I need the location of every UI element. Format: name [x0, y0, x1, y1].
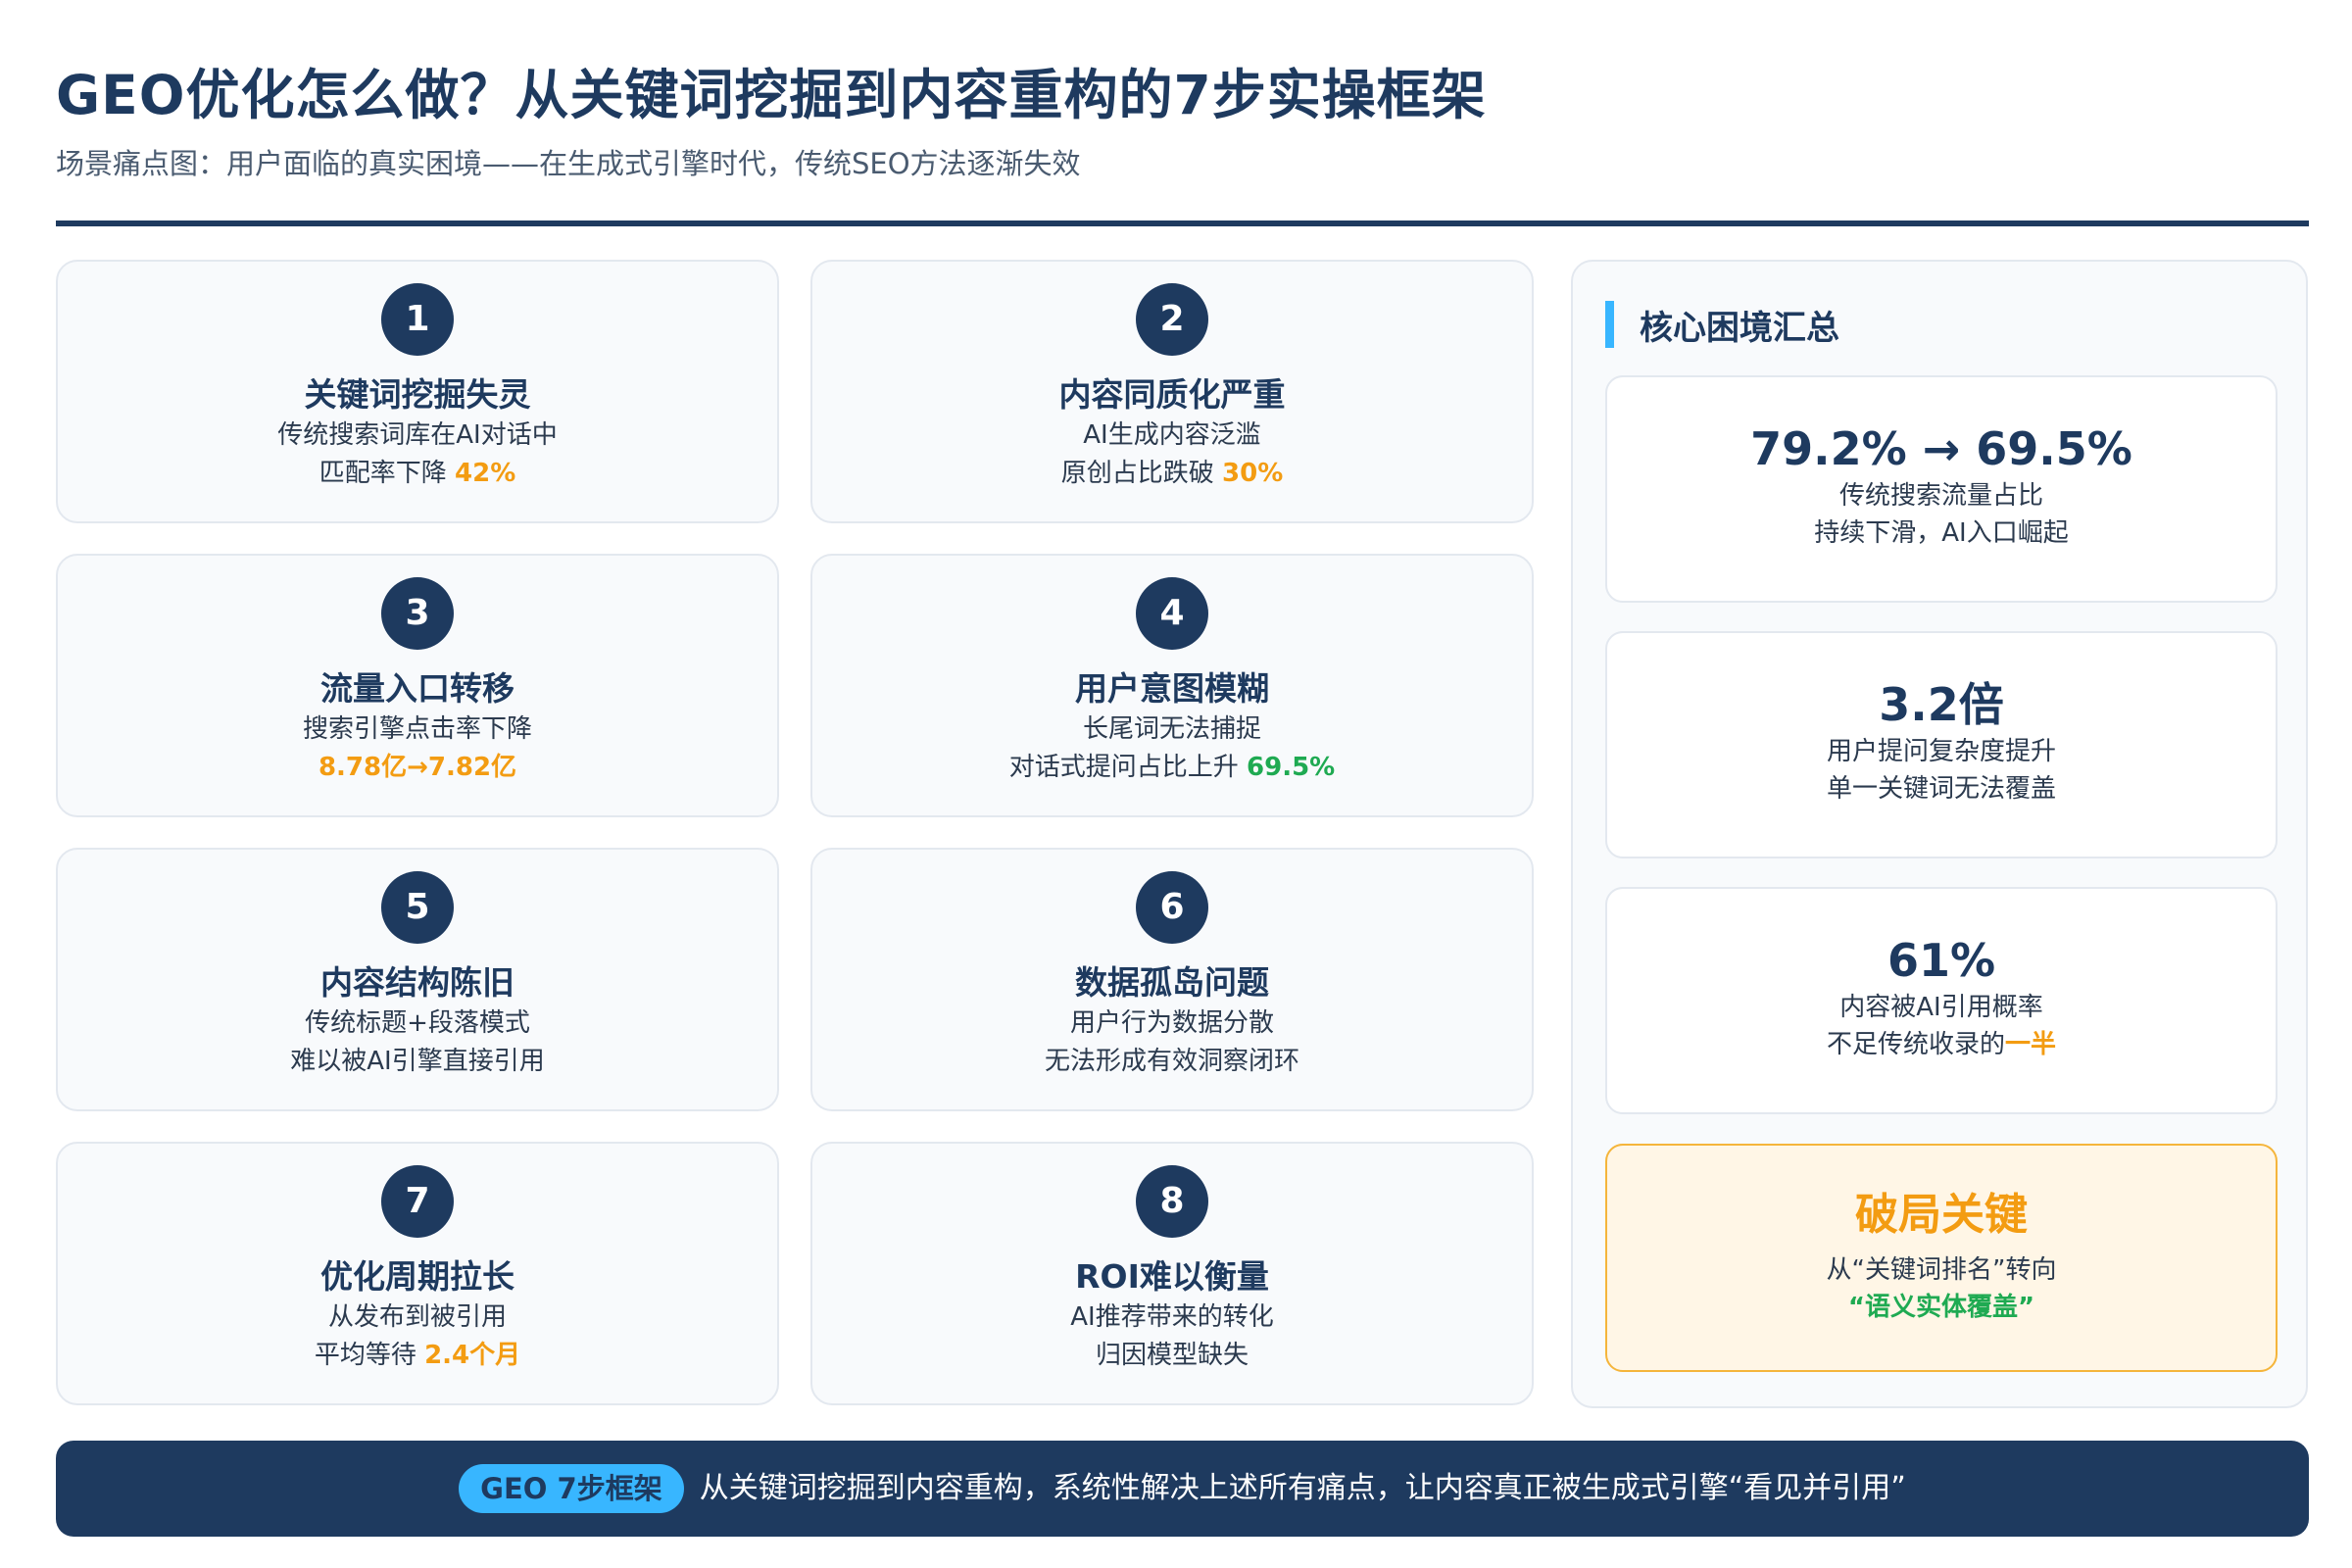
summary-title: 核心困境汇总: [1640, 308, 1839, 348]
stat-value: 61%: [1886, 934, 1996, 987]
stat-value: 3.2倍: [1879, 678, 2004, 731]
card-text: 对话式提问占比上升: [1008, 753, 1248, 782]
card-line: 用户行为数据分散: [1069, 1008, 1274, 1038]
card-line: 传统搜索词库在AI对话中: [277, 420, 558, 450]
key-highlight: “语义实体覆盖”: [1847, 1293, 2035, 1322]
step-number-badge: 1: [381, 283, 454, 356]
pain-card-5: 5 内容结构陈旧 传统标题+段落模式 难以被AI引擎直接引用: [56, 848, 779, 1111]
card-line: 无法形成有效洞察闭环: [1044, 1047, 1299, 1076]
page-title: GEO优化怎么做？从关键词挖掘到内容重构的7步实操框架: [56, 64, 1487, 126]
card-title: 内容结构陈旧: [320, 963, 514, 1002]
highlight-value: 42%: [455, 459, 516, 488]
stat-card-query-complexity: 3.2倍 用户提问复杂度提升 单一关键词无法覆盖: [1605, 631, 2278, 858]
card-text: 原创占比跌破: [1060, 459, 1223, 488]
pain-card-3: 3 流量入口转移 搜索引擎点击率下降 8.78亿→7.82亿: [56, 554, 779, 817]
card-line: 原创占比跌破 30%: [812, 455, 1532, 493]
page-subtitle: 场景痛点图：用户面临的真实困境——在生成式引擎时代，传统SEO方法逐渐失效: [56, 147, 1081, 180]
stat-line: 不足传统收录的一半: [1607, 1026, 2276, 1063]
footer-banner: GEO 7步框架 从关键词挖掘到内容重构，系统性解决上述所有痛点，让内容真正被生…: [56, 1441, 2309, 1537]
stat-text: 不足传统收录的: [1826, 1030, 2005, 1059]
breakthrough-key-card: 破局关键 从“关键词排名”转向 “语义实体覆盖”: [1605, 1144, 2278, 1372]
highlight-value: 8.78亿→7.82亿: [318, 753, 517, 782]
pain-card-1: 1 关键词挖掘失灵 传统搜索词库在AI对话中 匹配率下降 42%: [56, 260, 779, 523]
highlight-value: 一半: [2005, 1030, 2057, 1059]
accent-bar: [1605, 301, 1614, 348]
card-line: 搜索引擎点击率下降: [302, 714, 532, 744]
stat-card-traffic-share: 79.2% → 69.5% 传统搜索流量占比 持续下滑，AI入口崛起: [1605, 375, 2278, 603]
highlight-value: 69.5%: [1247, 753, 1336, 782]
card-line: AI生成内容泛滥: [1083, 420, 1261, 450]
card-title: 数据孤岛问题: [1075, 963, 1269, 1002]
card-line: 归因模型缺失: [1095, 1341, 1249, 1370]
summary-heading: 核心困境汇总: [1605, 301, 1839, 348]
card-line: 匹配率下降 42%: [58, 455, 777, 493]
card-line: 8.78亿→7.82亿: [58, 749, 777, 787]
card-text: 平均等待: [314, 1341, 425, 1370]
stat-line: 用户提问复杂度提升: [1826, 737, 2056, 766]
card-text: 匹配率下降: [318, 459, 456, 488]
header-divider: [56, 220, 2309, 226]
pain-card-4: 4 用户意图模糊 长尾词无法捕捉 对话式提问占比上升 69.5%: [810, 554, 1534, 817]
header: GEO优化怎么做？从关键词挖掘到内容重构的7步实操框架 场景痛点图：用户面临的真…: [56, 59, 2300, 183]
key-line: 从“关键词排名”转向: [1826, 1255, 2057, 1285]
card-line: 平均等待 2.4个月: [58, 1337, 777, 1375]
highlight-value: 2.4个月: [424, 1341, 521, 1370]
step-number-badge: 7: [381, 1165, 454, 1238]
stat-line: 持续下滑，AI入口崛起: [1814, 518, 2069, 548]
stat-card-citation-rate: 61% 内容被AI引用概率 不足传统收录的一半: [1605, 887, 2278, 1114]
step-number-badge: 4: [1136, 577, 1208, 650]
step-number-badge: 3: [381, 577, 454, 650]
card-title: 用户意图模糊: [1075, 669, 1269, 708]
step-number-badge: 8: [1136, 1165, 1208, 1238]
stat-line: 内容被AI引用概率: [1839, 993, 2043, 1022]
pain-card-6: 6 数据孤岛问题 用户行为数据分散 无法形成有效洞察闭环: [810, 848, 1534, 1111]
card-title: 关键词挖掘失灵: [304, 375, 531, 414]
card-line: AI推荐带来的转化: [1070, 1302, 1274, 1332]
stat-line: 单一关键词无法覆盖: [1826, 774, 2056, 804]
card-title: 优化周期拉长: [320, 1257, 514, 1296]
pain-card-7: 7 优化周期拉长 从发布到被引用 平均等待 2.4个月: [56, 1142, 779, 1405]
card-line: 难以被AI引擎直接引用: [290, 1047, 545, 1076]
pain-card-2: 2 内容同质化严重 AI生成内容泛滥 原创占比跌破 30%: [810, 260, 1534, 523]
card-line: 传统标题+段落模式: [305, 1008, 530, 1038]
core-dilemma-summary: 核心困境汇总 79.2% → 69.5% 传统搜索流量占比 持续下滑，AI入口崛…: [1571, 260, 2308, 1408]
card-line: 对话式提问占比上升 69.5%: [812, 749, 1532, 787]
step-number-badge: 6: [1136, 871, 1208, 944]
pain-card-8: 8 ROI难以衡量 AI推荐带来的转化 归因模型缺失: [810, 1142, 1534, 1405]
key-title: 破局关键: [1855, 1190, 2028, 1240]
stat-value: 79.2% → 69.5%: [1750, 422, 2132, 475]
stat-line: 传统搜索流量占比: [1838, 481, 2043, 511]
card-title: ROI难以衡量: [1075, 1257, 1269, 1296]
framework-pill: GEO 7步框架: [459, 1464, 684, 1513]
highlight-value: 30%: [1222, 459, 1284, 488]
pain-point-grid: 1 关键词挖掘失灵 传统搜索词库在AI对话中 匹配率下降 42% 2 内容同质化…: [56, 260, 1536, 1408]
card-line: 从发布到被引用: [327, 1302, 507, 1332]
footer-text: 从关键词挖掘到内容重构，系统性解决上述所有痛点，让内容真正被生成式引擎“看见并引…: [699, 1471, 1906, 1505]
step-number-badge: 5: [381, 871, 454, 944]
card-title: 流量入口转移: [320, 669, 514, 708]
card-title: 内容同质化严重: [1058, 375, 1286, 414]
card-line: 长尾词无法捕捉: [1082, 714, 1261, 744]
step-number-badge: 2: [1136, 283, 1208, 356]
